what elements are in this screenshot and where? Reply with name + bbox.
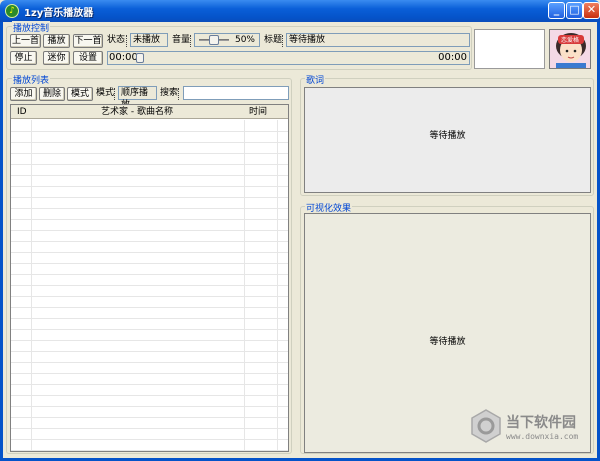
table-row-line — [11, 395, 288, 396]
volume-thumb[interactable] — [209, 35, 219, 45]
title-bar[interactable]: ♪ 1zy音乐播放器 _ □ ✕ — [0, 0, 600, 22]
table-row-line — [11, 230, 288, 231]
column-header-time[interactable]: 时间 — [249, 105, 267, 119]
table-column-line — [31, 120, 32, 451]
table-row-line — [11, 219, 288, 220]
table-column-line — [277, 120, 278, 451]
table-row-line — [11, 274, 288, 275]
minimize-button[interactable]: _ — [548, 2, 565, 19]
table-header: ID 艺术家 - 歌曲名称 时间 — [11, 105, 288, 119]
table-row-line — [11, 329, 288, 330]
watermark-logo-icon — [471, 409, 501, 443]
separator — [282, 35, 284, 47]
progress-thumb[interactable] — [136, 53, 144, 63]
lyrics-title: 歌词 — [305, 73, 326, 86]
status-label: 状态 — [107, 35, 126, 45]
table-row-line — [11, 197, 288, 198]
maximize-button[interactable]: □ — [566, 2, 583, 19]
separator — [178, 88, 180, 100]
status-value: 未播放 — [130, 33, 168, 47]
column-header-id[interactable]: ID — [17, 105, 27, 119]
table-row-line — [11, 417, 288, 418]
table-row-line — [11, 142, 288, 143]
mode-select[interactable]: 顺序播放 — [118, 86, 157, 110]
table-row-line — [11, 241, 288, 242]
visualizer-placeholder: 等待播放 — [429, 337, 466, 347]
lyrics-panel: 等待播放 — [304, 87, 591, 193]
separator — [190, 35, 192, 47]
table-row-line — [11, 307, 288, 308]
table-row-line — [11, 439, 288, 440]
title-value: 等待播放 — [286, 33, 470, 47]
table-row-line — [11, 362, 288, 363]
avatar-text: 恋爱格 — [561, 37, 580, 44]
table-row-line — [11, 164, 288, 165]
table-row-line — [11, 153, 288, 154]
search-input[interactable] — [183, 86, 289, 100]
playlist-table[interactable]: ID 艺术家 - 歌曲名称 时间 — [10, 104, 289, 452]
title-label: 标题 — [264, 35, 283, 45]
volume-slider[interactable]: 50% — [194, 33, 260, 47]
table-row-line — [11, 406, 288, 407]
table-row-line — [11, 131, 288, 132]
close-button[interactable]: ✕ — [583, 2, 600, 19]
table-row-line — [11, 384, 288, 385]
settings-button[interactable]: 设置 — [73, 51, 103, 65]
app-music-icon: ♪ — [5, 4, 19, 18]
search-label: 搜索 — [160, 88, 179, 98]
table-row-line — [11, 450, 288, 451]
delete-button[interactable]: 删除 — [39, 87, 65, 101]
playlist-title: 播放列表 — [12, 73, 51, 86]
time-total: 00:00 — [438, 52, 467, 63]
lyrics-placeholder: 等待播放 — [429, 131, 466, 141]
separator — [114, 88, 116, 100]
window-title: 1zy音乐播放器 — [24, 8, 94, 19]
table-row-line — [11, 208, 288, 209]
next-button[interactable]: 下一首 — [73, 34, 103, 48]
table-row-line — [11, 285, 288, 286]
mini-mode-button[interactable]: 迷你 — [43, 51, 70, 65]
separator — [126, 35, 128, 47]
table-row-line — [11, 175, 288, 176]
table-row-line — [11, 252, 288, 253]
mode-button[interactable]: 模式 — [67, 87, 93, 101]
volume-label: 音量 — [172, 35, 191, 45]
play-button[interactable]: 播放 — [43, 34, 70, 48]
table-row-line — [11, 318, 288, 319]
table-column-line — [244, 120, 245, 451]
time-current: 00:00 — [109, 52, 138, 63]
prev-button[interactable]: 上一首 — [10, 34, 41, 48]
table-row-line — [11, 186, 288, 187]
cover-art-box — [474, 29, 545, 69]
table-row-line — [11, 263, 288, 264]
table-row-line — [11, 351, 288, 352]
avatar[interactable]: 恋爱格 — [549, 29, 591, 69]
table-row-line — [11, 296, 288, 297]
table-row-line — [11, 340, 288, 341]
table-row-line — [11, 373, 288, 374]
table-row-line — [11, 428, 288, 429]
column-header-name[interactable]: 艺术家 - 歌曲名称 — [101, 105, 173, 119]
watermark-text: 当下软件园 — [506, 415, 576, 431]
add-button[interactable]: 添加 — [10, 87, 37, 101]
stop-button[interactable]: 停止 — [10, 51, 37, 65]
progress-bar[interactable]: 00:00 00:00 — [107, 51, 470, 65]
watermark-url: www.downxia.com — [506, 432, 579, 441]
mode-label: 模式 — [96, 88, 115, 98]
playback-control-title: 播放控制 — [12, 21, 51, 34]
volume-percent: 50% — [234, 35, 255, 45]
